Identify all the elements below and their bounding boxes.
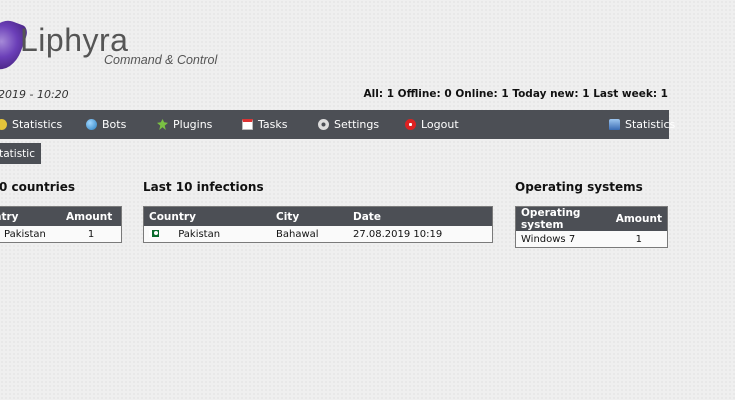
nav-bots[interactable]: Bots [86, 110, 126, 139]
countries-table: ntry Amount Pakistan 1 [0, 206, 122, 243]
nav-statistics-right[interactable]: Statistics [609, 110, 675, 139]
os-table: Operating system Amount Windows 7 1 [515, 206, 668, 248]
cell-os: Windows 7 [515, 231, 611, 248]
nav-statistics-label: Statistics [12, 118, 63, 131]
gear-icon [318, 119, 329, 130]
nav-logout-label: Logout [421, 118, 459, 131]
cell-date: 27.08.2019 10:19 [348, 226, 493, 243]
datetime: 2019 - 10:20 [0, 88, 69, 101]
chart-icon [0, 119, 7, 130]
chart-icon [609, 119, 620, 130]
power-icon [405, 119, 416, 130]
puzzle-icon [157, 119, 168, 130]
cell-city: Bahawal [271, 226, 348, 243]
table-row: Pakistan 1 [0, 226, 122, 243]
nav-plugins[interactable]: Plugins [157, 110, 212, 139]
infections-table: Country City Date Pakistan Bahawal 27.08… [143, 206, 493, 243]
column-header-amount: Amount [610, 206, 668, 231]
table-row: Pakistan Bahawal 27.08.2019 10:19 [143, 226, 493, 243]
statistic-button-label: statistic [0, 147, 35, 160]
column-header-date: Date [348, 206, 493, 226]
column-header-city: City [271, 206, 348, 226]
statistic-button[interactable]: statistic [0, 143, 41, 164]
calendar-icon [242, 119, 253, 130]
nav-bots-label: Bots [102, 118, 127, 131]
column-header-os: Operating system [515, 206, 611, 231]
bot-counts: All: 1 Offline: 0 Online: 1 Today new: 1… [363, 88, 668, 100]
nav-logout[interactable]: Logout [405, 110, 459, 139]
cell-country-text: Pakistan [178, 228, 221, 240]
cell-amount: 1 [61, 226, 122, 243]
globe-icon [86, 119, 97, 130]
column-header-country: Country [143, 206, 271, 226]
main-navbar: Statistics Bots Plugins Tasks Settings L… [0, 110, 675, 139]
column-header-country: ntry [0, 206, 61, 226]
table-row: Windows 7 1 [515, 231, 668, 248]
cell-country: Pakistan [0, 226, 61, 243]
pakistan-flag-icon [149, 230, 159, 237]
nav-settings-label: Settings [334, 118, 380, 131]
logo-subtitle: Command & Control [104, 53, 218, 67]
nav-tasks[interactable]: Tasks [242, 110, 287, 139]
os-title: Operating systems [515, 180, 643, 194]
nav-statistics[interactable]: Statistics [0, 110, 62, 139]
column-header-amount: Amount [61, 206, 122, 226]
top-countries-title: 0 countries [0, 180, 76, 194]
nav-settings[interactable]: Settings [318, 110, 379, 139]
nav-statistics-right-label: Statistics [625, 118, 676, 131]
cell-country: Pakistan [143, 226, 271, 243]
infections-title: Last 10 infections [143, 180, 264, 194]
nav-plugins-label: Plugins [173, 118, 213, 131]
nav-tasks-label: Tasks [258, 118, 288, 131]
cell-amount: 1 [610, 231, 668, 248]
